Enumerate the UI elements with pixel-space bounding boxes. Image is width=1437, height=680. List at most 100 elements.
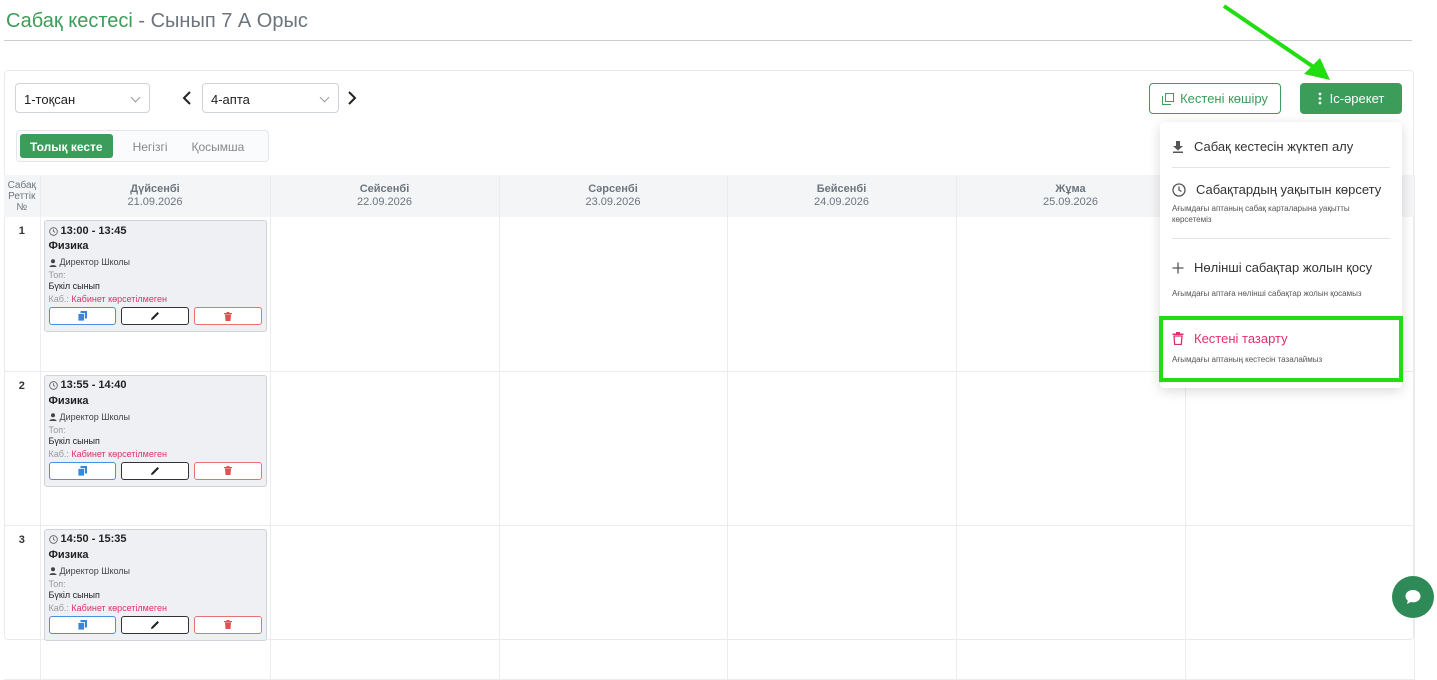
schedule-cell[interactable] <box>727 525 957 680</box>
plus-icon <box>1172 262 1184 273</box>
lesson-group-label: Топ: <box>48 424 66 435</box>
lesson-number: 3 <box>4 525 41 680</box>
lesson-subject: Физика <box>48 548 89 561</box>
download-icon <box>1173 140 1183 153</box>
lesson-room: Кабинет көрсетілмеген <box>71 448 167 459</box>
quarter-select[interactable]: 1-тоқсан <box>15 83 150 113</box>
lesson-actions <box>48 307 262 325</box>
prev-week-arrow-icon[interactable] <box>180 90 194 106</box>
chevron-down-icon <box>130 92 141 103</box>
lesson-teacher: Директор Школы <box>49 566 262 577</box>
menu-item-add-zero-lessons[interactable]: Нөлінші сабақтар жолын қосу Ағымдағы апт… <box>1172 239 1390 319</box>
clock-icon <box>48 226 58 236</box>
copy-icon <box>1162 92 1175 105</box>
copy-schedule-label: Кестені көшіру <box>1180 91 1268 106</box>
schedule-cell[interactable] <box>956 525 1186 680</box>
tab-full-schedule[interactable]: Толық кесте <box>20 134 113 158</box>
schedule-cell[interactable] <box>270 217 500 372</box>
day-date: 21.09.2026 <box>127 196 183 208</box>
week-select[interactable]: 4-апта <box>202 83 339 113</box>
day-header-tuesday: Сейсенбі 22.09.2026 <box>270 175 500 217</box>
lesson-teacher-name: Директор Школы <box>59 257 131 267</box>
clock-icon <box>1172 182 1186 197</box>
lesson-room-label: Каб.: <box>48 602 69 613</box>
day-header-wednesday: Сәрсенбі 23.09.2026 <box>499 175 728 217</box>
menu-item-show-lesson-times[interactable]: Сабақтардың уақытын көрсету Ағымдағы апт… <box>1172 168 1390 238</box>
lesson-group-label: Топ: <box>48 578 66 589</box>
next-week-arrow-icon[interactable] <box>345 90 359 106</box>
schedule-cell[interactable] <box>956 217 1186 372</box>
table-row: 3 14:50 - 15:35 Физика Директор Школы Топ: Бү… <box>4 525 1415 680</box>
lesson-subject: Физика <box>48 240 89 252</box>
kebab-menu-icon <box>1318 92 1322 105</box>
lesson-room: Кабинет көрсетілмеген <box>71 294 167 304</box>
lesson-number-header: Сабақ Реттік № <box>4 175 41 217</box>
lesson-number: 1 <box>4 217 41 372</box>
highlight-annotation-box <box>1159 316 1403 382</box>
lesson-number-header-label: Сабақ Реттік № <box>7 179 36 213</box>
actions-label: Іс-әрекет <box>1329 91 1385 106</box>
edit-lesson-button[interactable] <box>121 461 189 480</box>
schedule-cell[interactable] <box>727 371 957 526</box>
copy-lesson-button[interactable] <box>48 307 117 325</box>
schedule-cell[interactable]: 13:00 - 13:45 Физика Директор Школы Топ: Бүк… <box>40 217 271 372</box>
pencil-icon <box>151 312 159 320</box>
lesson-group-label: Топ: <box>48 270 66 280</box>
menu-item-description: Ағымдағы аптаның сабақ карталарына уақыт… <box>1172 204 1350 224</box>
delete-lesson-button[interactable] <box>193 461 262 480</box>
chevron-down-icon <box>319 92 330 103</box>
schedule-cell[interactable] <box>727 217 957 372</box>
page-title-class: - Сынып 7 А Орыс <box>132 10 308 32</box>
schedule-cell[interactable] <box>499 371 728 526</box>
day-name: Бейсенбі <box>816 183 867 195</box>
lesson-time: 13:00 - 13:45 <box>48 224 262 238</box>
lesson-time-text: 13:55 - 14:40 <box>60 379 127 391</box>
schedule-cell[interactable] <box>1185 371 1415 526</box>
day-name: Жұма <box>1055 183 1086 195</box>
copy-icon <box>77 311 87 321</box>
chat-support-button[interactable] <box>1392 576 1434 618</box>
copy-lesson-button[interactable] <box>48 461 117 480</box>
lesson-time: 13:55 - 14:40 <box>48 379 262 393</box>
title-divider <box>4 40 1412 41</box>
trash-icon <box>223 311 232 321</box>
schedule-cell[interactable] <box>956 371 1186 526</box>
day-name: Сәрсенбі <box>588 183 638 195</box>
menu-item-label: Нөлінші сабақтар жолын қосу <box>1194 260 1373 275</box>
chat-bubble-icon <box>1405 590 1421 604</box>
menu-item-download-schedule[interactable]: Сабақ кестесін жүктеп алу <box>1172 122 1390 167</box>
user-icon <box>49 567 56 575</box>
lesson-group: Бүкіл сынып <box>48 589 100 600</box>
schedule-cell[interactable] <box>1185 525 1415 680</box>
page-title-main: Сабақ кестесі <box>6 10 133 32</box>
lesson-room-row: Каб.: Кабинет көрсетілмеген <box>49 603 262 614</box>
trash-icon <box>223 466 232 475</box>
schedule-cell[interactable] <box>270 371 500 526</box>
day-header-monday: Дүйсенбі 21.09.2026 <box>40 175 271 217</box>
menu-item-label: Сабақ кестесін жүктеп алу <box>1194 139 1354 154</box>
copy-icon <box>77 465 87 476</box>
clock-icon <box>48 381 58 390</box>
clock-icon <box>48 535 58 544</box>
schedule-cell[interactable]: 13:55 - 14:40 Физика Директор Школы Топ: Бүк… <box>40 371 271 526</box>
lesson-card[interactable]: 13:00 - 13:45 Физика Директор Школы Топ: Бүк… <box>43 220 267 332</box>
tab-main[interactable]: Негізгі <box>123 134 178 158</box>
lesson-time-text: 13:00 - 13:45 <box>60 224 127 237</box>
pencil-icon <box>151 466 159 475</box>
schedule-cell[interactable] <box>499 525 728 680</box>
lesson-actions <box>48 461 262 480</box>
delete-lesson-button[interactable] <box>193 307 262 325</box>
edit-lesson-button[interactable] <box>121 307 189 325</box>
lesson-room-row: Каб.: Кабинет көрсетілмеген <box>49 449 262 460</box>
tab-additional[interactable]: Қосымша <box>182 134 255 158</box>
lesson-card[interactable]: 13:55 - 14:40 Физика Директор Школы Топ: Бүк… <box>43 374 267 487</box>
schedule-cell[interactable] <box>499 217 728 372</box>
schedule-cell[interactable] <box>270 525 500 680</box>
menu-item-label: Сабақтардың уақытын көрсету <box>1196 182 1382 197</box>
day-date: 23.09.2026 <box>585 196 641 208</box>
day-date: 25.09.2026 <box>1042 196 1099 208</box>
lesson-time-text: 14:50 - 15:35 <box>60 533 127 545</box>
lesson-card[interactable]: 14:50 - 15:35 Физика Директор Школы Топ: Бүк… <box>43 528 267 641</box>
schedule-cell[interactable]: 14:50 - 15:35 Физика Директор Школы Топ: Бүк… <box>40 525 271 680</box>
user-icon <box>49 413 56 421</box>
